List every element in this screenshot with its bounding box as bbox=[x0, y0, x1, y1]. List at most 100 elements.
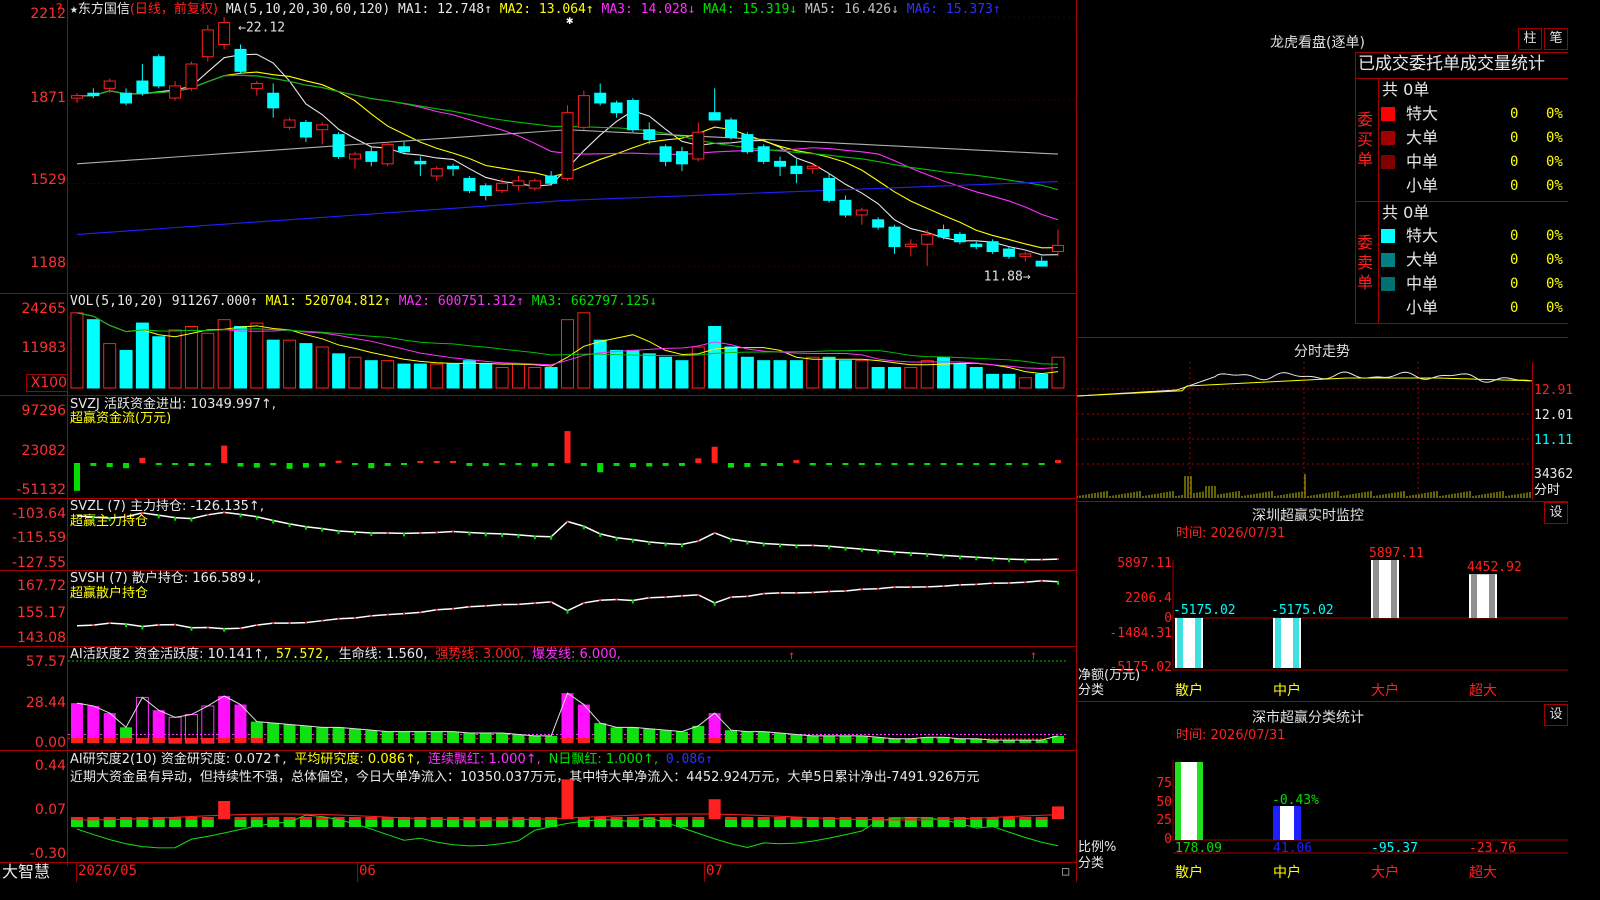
res-axis-label: 0.44 bbox=[34, 758, 66, 774]
tick-mode-button[interactable]: 笔 bbox=[1544, 28, 1568, 50]
svzj-bar bbox=[74, 463, 80, 491]
candle-body bbox=[299, 121, 312, 138]
svzl-tick bbox=[730, 538, 732, 543]
volume-bar bbox=[1035, 373, 1049, 389]
buy-color-swatch bbox=[1381, 131, 1395, 145]
candle-body bbox=[463, 177, 476, 192]
ai-bar bbox=[365, 730, 378, 743]
volume-bar bbox=[397, 363, 411, 389]
buy-row-pct: 0% bbox=[1546, 178, 1563, 194]
svzj-bar bbox=[515, 463, 522, 465]
stats-bar-shade bbox=[1197, 762, 1203, 840]
svsh-tick bbox=[353, 617, 356, 620]
svsh-tick bbox=[255, 624, 258, 627]
candle-body bbox=[594, 92, 607, 104]
ai-activity-chart[interactable]: ↑ ↑ bbox=[68, 647, 1076, 750]
ma-line bbox=[76, 181, 1059, 235]
volume-bar bbox=[855, 360, 869, 389]
candlestick-chart[interactable]: ←22.12 11.88→ ✱ bbox=[68, 0, 1076, 292]
candle-body bbox=[872, 219, 885, 228]
stats-settings-button[interactable]: 设 bbox=[1544, 704, 1568, 726]
research-mark bbox=[185, 817, 198, 820]
candle-body bbox=[888, 226, 901, 248]
candle-body bbox=[447, 165, 460, 170]
svzj-chart[interactable] bbox=[68, 396, 1076, 498]
volume-bar bbox=[332, 353, 346, 389]
svzl-chart[interactable] bbox=[68, 499, 1076, 570]
ai-bar bbox=[904, 738, 917, 743]
lock-icon[interactable]: □ bbox=[1062, 864, 1069, 879]
buy-row-count: 0 bbox=[1510, 178, 1519, 194]
table-divider bbox=[1355, 201, 1568, 202]
research-mark bbox=[675, 817, 688, 820]
candle-body bbox=[643, 129, 656, 140]
research-bar bbox=[1052, 806, 1064, 819]
svsh-tick bbox=[533, 602, 536, 605]
svzj-bar bbox=[237, 463, 244, 467]
research-bar bbox=[708, 799, 721, 819]
svzl-tick bbox=[468, 531, 471, 536]
volume-bar bbox=[152, 336, 166, 389]
svzl-tick bbox=[435, 531, 438, 534]
svzj-bar bbox=[351, 463, 358, 465]
volume-bar bbox=[364, 360, 378, 389]
volume-bar bbox=[1002, 373, 1016, 389]
volume-bar bbox=[184, 326, 198, 389]
volume-chart[interactable] bbox=[68, 294, 1076, 395]
sell-row-pct: 0% bbox=[1546, 252, 1563, 268]
svsh-chart[interactable] bbox=[68, 571, 1076, 646]
candle-body bbox=[185, 63, 198, 89]
monitor-settings-button[interactable]: 设 bbox=[1544, 502, 1568, 524]
research-bar bbox=[234, 819, 247, 827]
candle-body bbox=[267, 92, 280, 109]
svzj-bar bbox=[335, 460, 342, 463]
volume-bar bbox=[413, 363, 427, 389]
svsh-tick bbox=[599, 599, 602, 602]
ai-base bbox=[218, 738, 231, 743]
svzj-bar bbox=[891, 463, 898, 465]
svzj-bar bbox=[875, 463, 882, 465]
research-chart[interactable] bbox=[68, 751, 1076, 862]
ai-bar bbox=[201, 705, 215, 744]
date-label: 07 bbox=[706, 863, 723, 879]
svzl-tick bbox=[926, 552, 929, 557]
research-mark bbox=[299, 817, 312, 820]
ai-base bbox=[185, 738, 198, 743]
svzl-tick bbox=[942, 554, 945, 559]
svsh-tick bbox=[92, 624, 95, 627]
brand-logo[interactable]: 大智慧 bbox=[2, 863, 50, 881]
research-bar bbox=[757, 819, 770, 827]
stats-chart[interactable]: 178.09 散户 41.06 中户 -95.37 大户 -23.76 超大 bbox=[1077, 740, 1568, 882]
candle-body bbox=[250, 82, 263, 89]
stats-bar-value: -23.76 bbox=[1469, 841, 1516, 856]
svsh-tick bbox=[615, 598, 618, 601]
ai-bar bbox=[643, 728, 656, 743]
ai-bar bbox=[381, 731, 394, 743]
candle-body bbox=[577, 95, 590, 128]
research-mark bbox=[250, 817, 263, 820]
research-mark bbox=[741, 817, 754, 820]
volume-bar bbox=[201, 332, 215, 389]
buy-row-label: 大单 bbox=[1406, 128, 1439, 147]
bar-mode-button[interactable]: 柱 bbox=[1518, 28, 1542, 50]
monitor-chart[interactable]: -5175.02 散户 -5175.02 中户 5897.11 大户 4452.92 超大 bbox=[1077, 540, 1568, 700]
svzj-bar bbox=[956, 463, 963, 465]
svzj-axis-label: 23082 bbox=[21, 443, 66, 459]
research-bar bbox=[855, 819, 868, 827]
intraday-chart[interactable] bbox=[1077, 362, 1532, 500]
ai-bar bbox=[496, 733, 509, 743]
svzl-tick bbox=[909, 551, 912, 556]
svsh-tick bbox=[648, 596, 651, 599]
svzj-bar bbox=[302, 463, 309, 468]
ai-bar bbox=[790, 734, 803, 743]
candle-body bbox=[626, 100, 639, 131]
low-price-label: 11.88→ bbox=[984, 270, 1031, 285]
candle-body bbox=[1002, 248, 1015, 257]
candle-body bbox=[71, 95, 83, 99]
svzj-bar bbox=[384, 463, 391, 466]
order-stats-header: 已成交委托单成交量统计 bbox=[1358, 54, 1545, 74]
date-label: 2026/05 bbox=[78, 863, 138, 879]
candle-body bbox=[152, 56, 165, 87]
volume-bar bbox=[757, 360, 771, 389]
svzj-bar bbox=[826, 463, 833, 465]
